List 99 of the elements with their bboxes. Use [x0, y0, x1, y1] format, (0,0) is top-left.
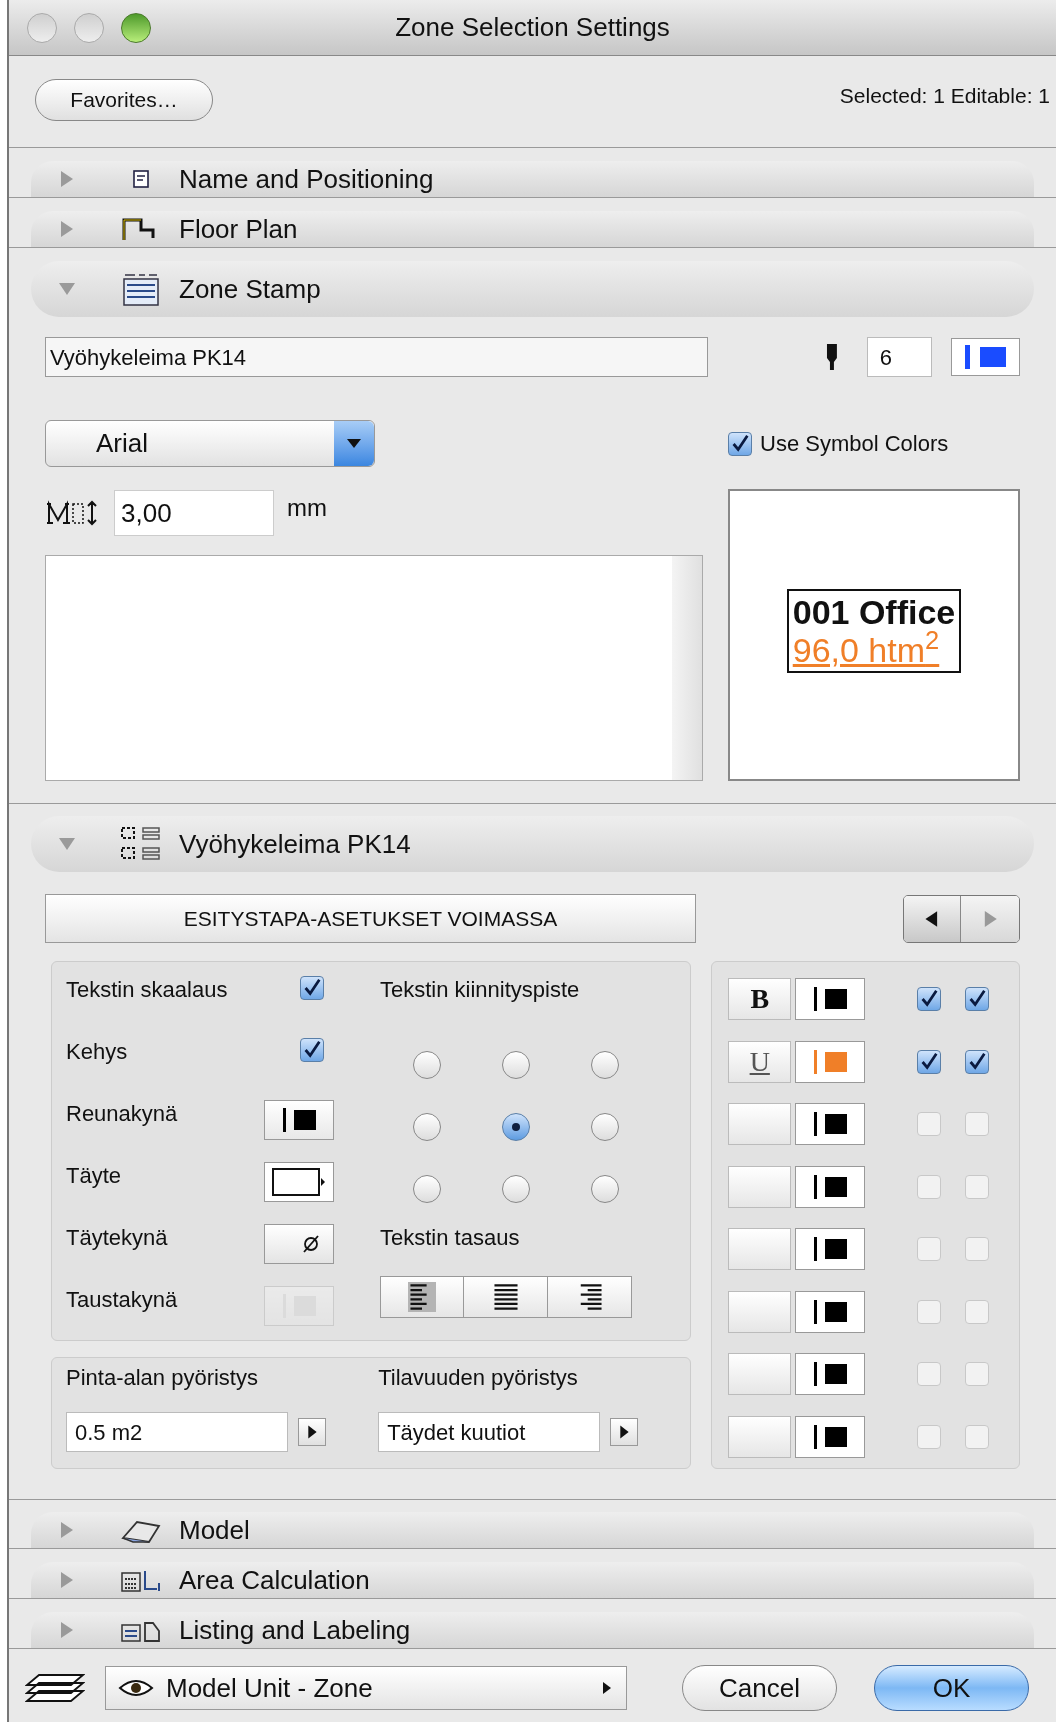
radio-button[interactable]: [591, 1051, 619, 1079]
zone-area-text: 96,0 htm$^{2}$: [792, 631, 941, 669]
radio-button[interactable]: [591, 1175, 619, 1203]
anchor-label: Tekstin kiinnityspiste: [380, 977, 580, 1002]
stamp-icon: [121, 271, 161, 307]
dialog-button[interactable]: OK: [874, 1665, 1029, 1711]
view-dropdown[interactable]: Model Unit - Zone: [105, 1666, 627, 1710]
alignment-button[interactable]: [380, 1276, 464, 1318]
rounding-field[interactable]: Täydet kuutiot: [378, 1412, 601, 1452]
text-style-button[interactable]: U: [728, 1040, 792, 1083]
fill-swatch-icon: [271, 1167, 327, 1197]
section-header[interactable]: Area Calculation: [31, 1562, 1034, 1598]
eye-icon: [118, 1678, 154, 1698]
view-name: Model Unit - Zone: [166, 1671, 373, 1705]
text-style-button[interactable]: B: [728, 978, 792, 1021]
radio-button[interactable]: [502, 1051, 530, 1079]
option-label: Kehys: [66, 1038, 128, 1066]
zone-name-text: 001 Office: [792, 593, 956, 631]
checkbox[interactable]: [965, 1237, 990, 1262]
minimize-button[interactable]: [74, 12, 104, 43]
checkbox[interactable]: [917, 1362, 942, 1387]
layers-icon[interactable]: [25, 1671, 85, 1705]
checkbox[interactable]: [917, 987, 942, 1012]
radio-button[interactable]: [413, 1051, 441, 1079]
pen-color-swatch[interactable]: [950, 338, 1020, 376]
alignment-button[interactable]: [548, 1276, 632, 1318]
pen-swatch[interactable]: [795, 978, 866, 1021]
alignment-button[interactable]: [464, 1276, 548, 1318]
section-header[interactable]: Floor Plan: [31, 211, 1034, 247]
pen-swatch[interactable]: [795, 1290, 866, 1333]
section-title: Zone Stamp: [179, 273, 321, 305]
section-title: Listing and Labeling: [179, 1614, 411, 1646]
option-label: Reunakynä: [66, 1100, 178, 1128]
section-title: Floor Plan: [179, 213, 298, 245]
pen-swatch[interactable]: [795, 1415, 866, 1458]
checkbox-label: Use Symbol Colors: [760, 430, 949, 458]
checkbox[interactable]: [917, 1424, 942, 1449]
font-dropdown[interactable]: Arial: [45, 420, 375, 467]
submenu-arrow-icon: [602, 1681, 612, 1695]
text-size-field[interactable]: 3,00: [114, 490, 274, 536]
rounding-field[interactable]: 0.5 m2: [66, 1412, 288, 1452]
dialog-button[interactable]: Cancel: [682, 1665, 837, 1711]
rounding-label: Pinta-alan pyöristys: [66, 1364, 259, 1392]
section-title: Area Calculation: [179, 1564, 370, 1596]
pen-swatch[interactable]: [795, 1040, 866, 1083]
radio-button[interactable]: [413, 1113, 441, 1141]
justify-icon: [491, 1282, 520, 1312]
checkbox[interactable]: [917, 1174, 942, 1199]
radio-button[interactable]: [502, 1175, 530, 1203]
section-header[interactable]: Vyöhykeleima PK14: [31, 816, 1034, 872]
checkbox[interactable]: [965, 1299, 990, 1324]
option-label: Taustakynä: [66, 1286, 178, 1314]
option-label: Täyte: [66, 1162, 122, 1190]
radio-button[interactable]: [413, 1175, 441, 1203]
checkbox[interactable]: [917, 1049, 942, 1074]
section-title: Vyöhykeleima PK14: [179, 828, 411, 860]
radio-button[interactable]: [502, 1113, 530, 1141]
selection-info: Selected: 1 Editable: 1: [839, 83, 1050, 109]
checkbox[interactable]: [300, 976, 324, 1000]
rounding-label: Tilavuuden pyöristys: [378, 1364, 579, 1392]
section-title: Name and Positioning: [179, 163, 434, 195]
unit-label: mm: [287, 493, 327, 523]
pen-swatch[interactable]: [795, 1228, 866, 1271]
checkbox[interactable]: [965, 987, 990, 1012]
mode-banner: ESITYSTAPA-ASETUKSET VOIMASSA: [45, 894, 696, 943]
checkbox[interactable]: [917, 1112, 942, 1137]
stamp-name-field[interactable]: Vyöhykeleima PK14: [45, 337, 708, 377]
window-title: Zone Selection Settings: [395, 11, 670, 44]
radio-button[interactable]: [591, 1113, 619, 1141]
checkbox[interactable]: [917, 1237, 942, 1262]
section-header[interactable]: Name and Positioning: [31, 161, 1034, 197]
section-header[interactable]: Model: [31, 1512, 1034, 1548]
checkbox[interactable]: [300, 1038, 324, 1062]
section-header[interactable]: Listing and Labeling: [31, 1612, 1034, 1648]
checkbox[interactable]: [917, 1299, 942, 1324]
section-header[interactable]: Zone Stamp: [31, 261, 1034, 317]
pen-swatch[interactable]: [264, 1100, 334, 1140]
option-label: Tekstin skaalaus: [66, 976, 228, 1004]
checkbox[interactable]: [728, 431, 752, 456]
close-button[interactable]: [27, 12, 57, 43]
checkbox[interactable]: [965, 1424, 990, 1449]
note-icon: [130, 168, 152, 190]
checkbox[interactable]: [965, 1112, 990, 1137]
pen-number-field[interactable]: 6: [866, 337, 932, 377]
alignment-label: Tekstin tasaus: [380, 1225, 520, 1250]
section-title: Model: [179, 1514, 250, 1546]
empty-set-icon: [301, 1234, 321, 1254]
option-label: Täytekynä: [66, 1224, 168, 1252]
pen-swatch[interactable]: [795, 1165, 866, 1208]
align-left-icon: [408, 1282, 436, 1312]
favorites-button[interactable]: Favorites…: [35, 79, 213, 121]
checkbox[interactable]: [965, 1362, 990, 1387]
fill-pen-button[interactable]: [264, 1224, 334, 1264]
pen-swatch[interactable]: [795, 1353, 866, 1396]
checkbox[interactable]: [965, 1049, 990, 1074]
fill-button[interactable]: [264, 1162, 334, 1202]
pen-swatch[interactable]: [795, 1103, 866, 1146]
zoom-button[interactable]: [121, 12, 151, 43]
checkbox[interactable]: [965, 1174, 990, 1199]
